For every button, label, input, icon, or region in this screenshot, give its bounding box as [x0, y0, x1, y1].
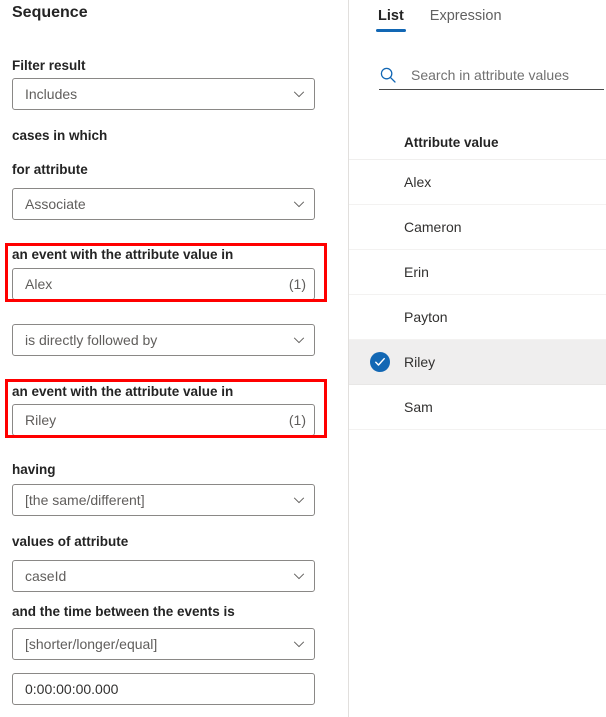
values-of-attribute-value: caseId [25, 568, 67, 584]
checkbox-icon[interactable] [370, 172, 390, 192]
time-operator-dropdown[interactable]: [shorter/longer/equal] [12, 628, 315, 660]
search-box[interactable]: Search in attribute values [379, 60, 604, 90]
list-item-label: Riley [404, 354, 436, 370]
values-of-attribute-dropdown[interactable]: caseId [12, 560, 315, 592]
filter-result-value: Includes [25, 86, 78, 102]
list-item[interactable]: Erin [349, 250, 606, 295]
event-two-label: an event with the attribute value in [12, 384, 234, 399]
list-item-selected[interactable]: Riley [349, 340, 606, 385]
tab-expression[interactable]: Expression [428, 2, 504, 34]
event-one-value-field[interactable]: Alex (1) [12, 268, 315, 300]
checkbox-icon[interactable] [370, 397, 390, 417]
event-two-value-field[interactable]: Riley (1) [12, 404, 315, 436]
list-item-label: Erin [404, 264, 429, 280]
time-between-label: and the time between the events is [12, 604, 235, 619]
event-two-value: Riley [25, 412, 57, 428]
event-one-value: Alex [25, 276, 53, 292]
having-label: having [12, 462, 56, 477]
duration-input[interactable]: 0:00:00:00.000 [12, 673, 315, 705]
relation-dropdown[interactable]: is directly followed by [12, 324, 315, 356]
chevron-down-icon [292, 333, 306, 347]
chevron-down-icon [292, 637, 306, 651]
event-one-count: (1) [288, 276, 306, 292]
page-title: Sequence [12, 4, 88, 21]
event-one-label: an event with the attribute value in [12, 247, 234, 262]
sequence-filter-screen: Sequence Filter result Includes cases in… [0, 0, 606, 717]
event-two-count: (1) [288, 412, 306, 428]
list-item[interactable]: Payton [349, 295, 606, 340]
attribute-value: Associate [25, 196, 86, 212]
sequence-filter-panel: Sequence Filter result Includes cases in… [0, 0, 348, 717]
list-item-label: Sam [404, 399, 433, 415]
checkbox-icon[interactable] [370, 262, 390, 282]
list-column-header: Attribute value [349, 126, 606, 160]
list-item-label: Payton [404, 309, 448, 325]
chevron-down-icon [292, 493, 306, 507]
search-icon [379, 66, 397, 84]
cases-in-which-label: cases in which [12, 128, 108, 143]
having-dropdown[interactable]: [the same/different] [12, 484, 315, 516]
list-item[interactable]: Alex [349, 160, 606, 205]
chevron-down-icon [292, 87, 306, 101]
list-item[interactable]: Cameron [349, 205, 606, 250]
attribute-values-panel: List Expression Search in attribute valu… [349, 0, 606, 717]
list-item-label: Cameron [404, 219, 462, 235]
search-input-placeholder: Search in attribute values [411, 66, 569, 83]
values-of-attribute-label: values of attribute [12, 534, 129, 549]
attribute-value-list: Alex Cameron Erin Payton Riley Sam [349, 160, 606, 430]
having-value: [the same/different] [25, 492, 145, 508]
chevron-down-icon [292, 197, 306, 211]
tab-list[interactable]: List [376, 2, 406, 34]
checkbox-checked-icon[interactable] [370, 352, 390, 372]
checkbox-icon[interactable] [370, 217, 390, 237]
panel-tabs: List Expression [376, 0, 504, 36]
relation-value: is directly followed by [25, 332, 158, 348]
list-item-label: Alex [404, 174, 432, 190]
chevron-down-icon [292, 569, 306, 583]
time-operator-value: [shorter/longer/equal] [25, 636, 158, 652]
filter-result-label: Filter result [12, 58, 86, 73]
checkbox-icon[interactable] [370, 307, 390, 327]
for-attribute-label: for attribute [12, 162, 88, 177]
attribute-dropdown[interactable]: Associate [12, 188, 315, 220]
list-item[interactable]: Sam [349, 385, 606, 430]
filter-result-dropdown[interactable]: Includes [12, 78, 315, 110]
attribute-value-column-header: Attribute value [404, 135, 499, 150]
